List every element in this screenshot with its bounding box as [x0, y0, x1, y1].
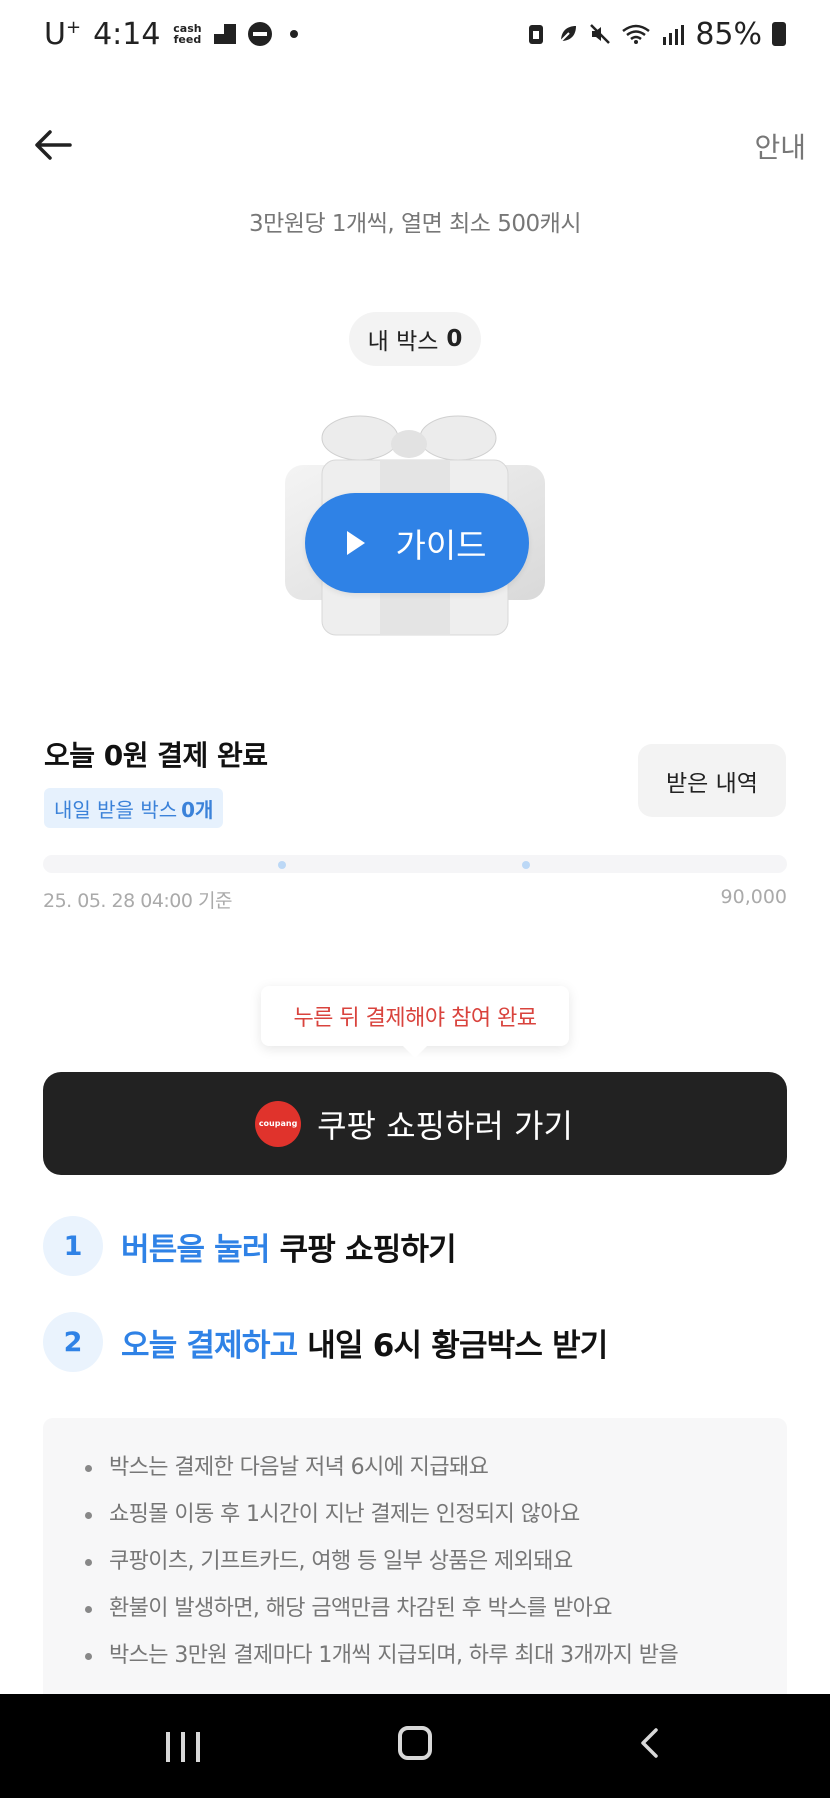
cashfeed-icon: cash feed	[173, 22, 202, 46]
status-bar: U+ 4:14 cash feed 85%	[0, 0, 830, 68]
clock: 4:14	[93, 16, 161, 52]
subtitle: 3만원당 1개씩, 열면 최소 500캐시	[249, 211, 581, 237]
my-box-counter: 내 박스 0	[349, 312, 481, 366]
more-notifications-icon	[290, 30, 299, 38]
coupang-shopping-button[interactable]: coupang 쿠팡 쇼핑하러 가기	[43, 1072, 787, 1175]
notice-item: 환불이 발생하면, 해당 금액만큼 차감된 후 박스를 받아요	[83, 1585, 757, 1632]
notice-item: 쇼핑몰 이동 후 1시간이 지난 결제는 인정되지 않아요	[83, 1491, 757, 1538]
play-icon	[347, 531, 366, 555]
participation-tooltip: 누른 뒤 결제해야 참여 완료	[261, 986, 569, 1058]
guide-button-label: 가이드	[395, 526, 487, 565]
wifi-icon	[622, 24, 651, 44]
signal-icon	[663, 25, 685, 45]
step-text: 버튼을 눌러 쿠팡 쇼핑하기	[121, 1231, 457, 1268]
payment-status: 오늘 0원 결제 완료	[44, 739, 268, 772]
progress-milestone	[522, 861, 530, 869]
back-arrow-icon[interactable]	[30, 122, 76, 168]
coupang-logo-icon: coupang	[257, 1102, 300, 1145]
status-right: 85%	[525, 17, 786, 52]
do-not-disturb-icon	[248, 22, 273, 46]
step-number: 1	[43, 1216, 103, 1276]
step-text: 오늘 결제하고 내일 6시 황금박스 받기	[121, 1327, 608, 1364]
info-link[interactable]: 안내	[754, 126, 806, 166]
tomorrow-box-label: 내일 받을 박스	[54, 797, 178, 822]
battery-icon	[772, 22, 786, 46]
notice-box: 박스는 결제한 다음날 저녁 6시에 지급돼요 쇼핑몰 이동 후 1시간이 지난…	[43, 1418, 787, 1728]
system-nav-bar	[0, 1694, 830, 1798]
notice-item: 쿠팡이츠, 기프트카드, 여행 등 일부 상품은 제외돼요	[83, 1538, 757, 1585]
recent-apps-icon[interactable]	[166, 1732, 200, 1762]
leaf-icon	[560, 26, 577, 42]
progress-date: 25. 05. 28 04:00 기준	[43, 890, 232, 912]
my-box-label: 내 박스	[367, 329, 439, 355]
my-box-count: 0	[446, 326, 463, 352]
mute-icon	[590, 24, 611, 44]
step-1: 1 버튼을 눌러 쿠팡 쇼핑하기	[43, 1216, 457, 1276]
home-icon[interactable]	[398, 1726, 432, 1760]
app-notification-icon	[214, 24, 237, 44]
nav-back-icon[interactable]	[636, 1728, 666, 1758]
clipboard-icon	[529, 25, 544, 44]
status-left: U+ 4:14 cash feed	[44, 16, 299, 52]
step-2: 2 오늘 결제하고 내일 6시 황금박스 받기	[43, 1312, 608, 1372]
received-history-button[interactable]: 받은 내역	[638, 744, 786, 817]
tomorrow-box-count: 0개	[181, 797, 214, 822]
progress-max-amount: 90,000	[720, 886, 787, 908]
notice-item: 박스는 3만원 결제마다 1개씩 지급되며, 하루 최대 3개까지 받을	[83, 1632, 757, 1679]
carrier-label: U+	[44, 16, 82, 52]
step-number: 2	[43, 1312, 103, 1372]
coupang-shopping-label: 쿠팡 쇼핑하러 가기	[317, 1106, 573, 1145]
progress-milestone	[278, 861, 286, 869]
header: 안내	[0, 110, 830, 180]
payment-progress-bar	[43, 855, 787, 873]
guide-video-button[interactable]: 가이드	[305, 493, 529, 593]
tomorrow-box-badge: 내일 받을 박스 0개	[44, 788, 224, 828]
battery-percent: 85%	[695, 16, 762, 52]
notice-item: 박스는 결제한 다음날 저녁 6시에 지급돼요	[83, 1444, 757, 1491]
